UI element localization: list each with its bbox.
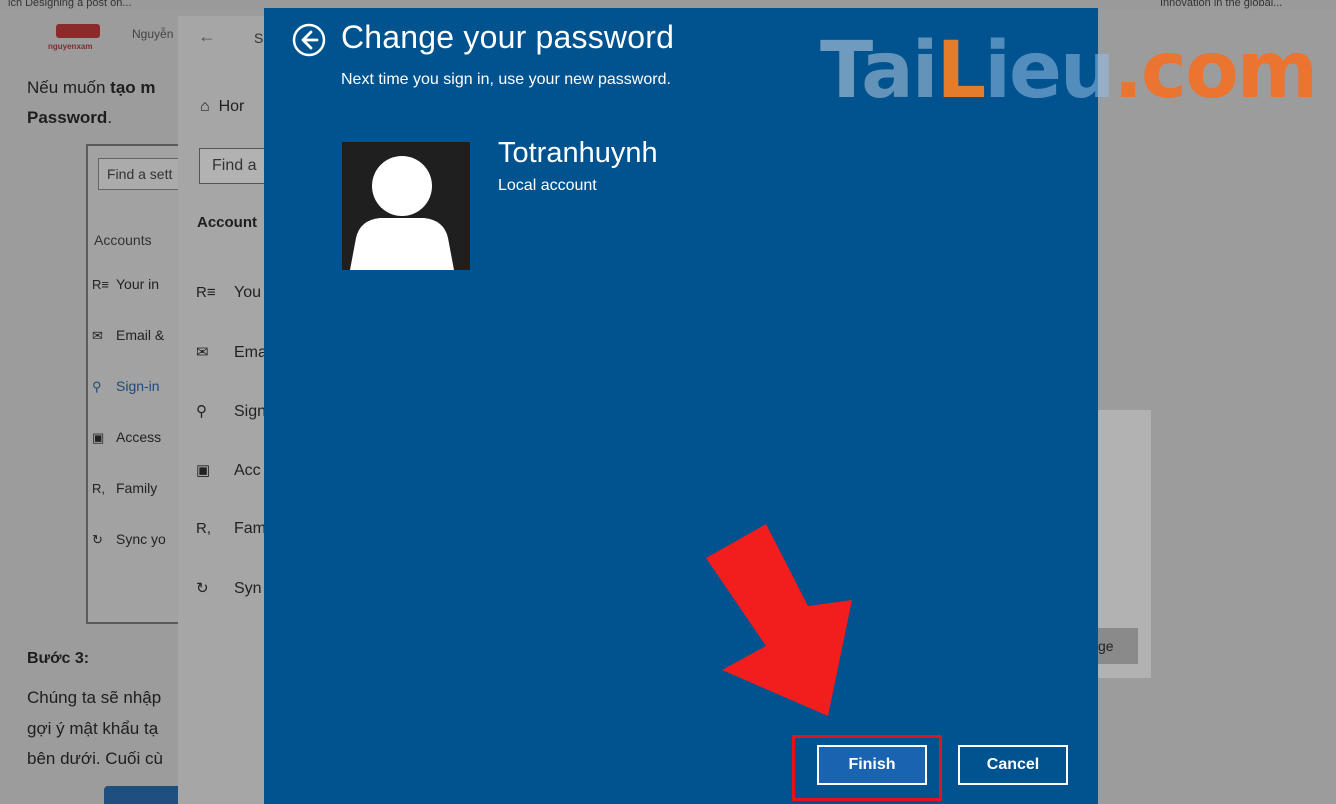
article-intro-line-2: Password. bbox=[27, 108, 113, 127]
home-icon: ⌂ bbox=[200, 98, 210, 115]
user-avatar bbox=[342, 142, 470, 270]
back-circle-icon[interactable] bbox=[291, 22, 327, 58]
article-intro-line-1: Nếu muốn tạo m bbox=[27, 78, 156, 97]
finish-button[interactable]: Finish bbox=[817, 745, 927, 785]
settings-item-email[interactable]: ✉ Ema bbox=[196, 343, 267, 362]
article-author[interactable]: Nguyễn bbox=[132, 27, 173, 41]
inner-item-email: ✉ Email & bbox=[92, 327, 165, 343]
person-info-icon: R≡ bbox=[92, 277, 109, 292]
mail-icon: ✉ bbox=[92, 328, 103, 343]
article-body-line-3: bên dưới. Cuối cù bbox=[27, 749, 163, 768]
mail-icon: ✉ bbox=[196, 344, 209, 361]
article-body-line-2: gợi ý mật khẩu tạ bbox=[27, 719, 159, 738]
inner-item-access: ▣ Access bbox=[92, 429, 162, 445]
key-icon: ⚲ bbox=[196, 403, 207, 420]
change-password-dialog: Change your password Next time you sign … bbox=[264, 8, 1098, 804]
right-button-remnant[interactable]: ge bbox=[1098, 628, 1138, 664]
site-logo[interactable]: nguyenxam bbox=[48, 24, 110, 54]
inner-item-sync: ↻ Sync yo bbox=[92, 531, 166, 547]
inner-item-your-info: R≡ Your in bbox=[92, 276, 160, 292]
right-button-label: ge bbox=[1098, 638, 1114, 654]
settings-item-your-info[interactable]: R≡ You bbox=[196, 284, 261, 302]
inner-item-sign-in: ⚲ Sign-in bbox=[92, 378, 160, 394]
briefcase-icon: ▣ bbox=[196, 462, 211, 479]
dialog-subtitle: Next time you sign in, use your new pass… bbox=[341, 71, 671, 88]
person-info-icon: R≡ bbox=[196, 284, 216, 301]
dialog-title: Change your password bbox=[341, 19, 675, 55]
account-username: Totranhuynh bbox=[498, 137, 658, 169]
family-icon: R, bbox=[92, 481, 105, 496]
browser-tab-left[interactable]: ich Designing a post on... bbox=[8, 0, 132, 9]
settings-window: ← S ⌂ Hor Find a Account R≡ You ✉ Ema ⚲ Sig… bbox=[178, 16, 279, 804]
inner-item-family: R, Family bbox=[92, 480, 158, 496]
default-user-icon bbox=[342, 142, 470, 270]
family-icon: R, bbox=[196, 520, 211, 537]
settings-accounts-heading: Account bbox=[197, 214, 257, 231]
settings-item-sign-in[interactable]: ⚲ Sign bbox=[196, 402, 266, 421]
cancel-button[interactable]: Cancel bbox=[958, 745, 1068, 785]
settings-item-access[interactable]: ▣ Acc bbox=[196, 461, 261, 480]
browser-tab-right[interactable]: Innovation in the global... bbox=[1160, 0, 1282, 9]
red-arrow-annotation bbox=[706, 524, 852, 716]
account-type: Local account bbox=[498, 177, 597, 194]
settings-item-family[interactable]: R, Fam bbox=[196, 520, 266, 538]
settings-home[interactable]: ⌂ Hor bbox=[200, 98, 244, 116]
back-arrow-icon[interactable]: ← bbox=[198, 26, 216, 47]
sync-icon: ↻ bbox=[92, 532, 103, 547]
tailieu-watermark-logo: TaiLieu.com bbox=[820, 26, 1318, 116]
inner-accounts-heading: Accounts bbox=[94, 232, 152, 248]
step-heading: Bước 3: bbox=[27, 650, 90, 667]
settings-title: S bbox=[254, 30, 264, 46]
briefcase-icon: ▣ bbox=[92, 430, 105, 445]
settings-item-sync[interactable]: ↻ Syn bbox=[196, 579, 262, 598]
sync-icon: ↻ bbox=[196, 580, 209, 597]
key-icon: ⚲ bbox=[92, 379, 102, 394]
article-body-line-1: Chúng ta sẽ nhập bbox=[27, 688, 162, 707]
